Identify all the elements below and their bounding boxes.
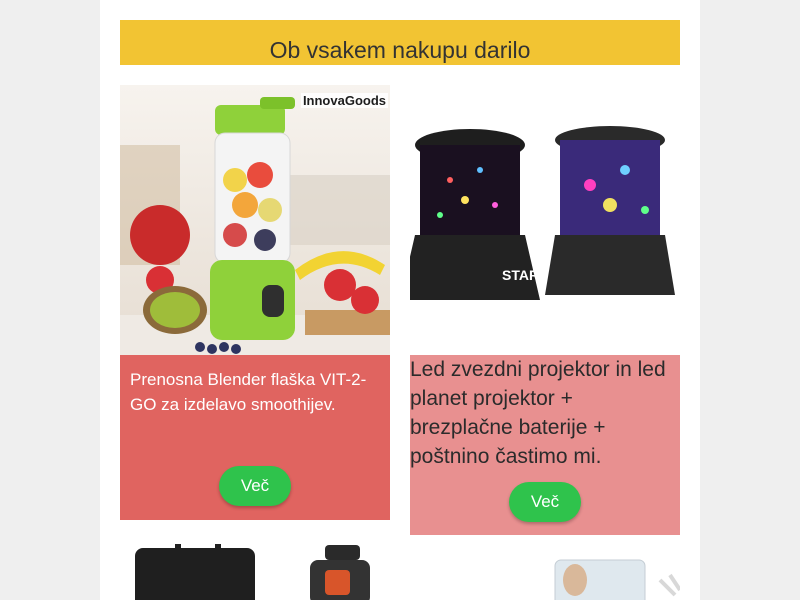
more-button[interactable]: Več bbox=[219, 466, 291, 506]
product-card-blender: Prenosna Blender flaška VIT-2-GO za izde… bbox=[120, 355, 390, 520]
led-mirror-illustration bbox=[410, 540, 680, 600]
star-projector-illustration: STAR bbox=[410, 110, 680, 330]
product-title: Prenosna Blender flaška VIT-2-GO za izde… bbox=[130, 370, 367, 414]
promo-banner: Ob vsakem nakupu darilo bbox=[120, 20, 680, 65]
more-button[interactable]: Več bbox=[509, 482, 581, 522]
star-projector-image[interactable]: STAR bbox=[410, 110, 680, 330]
heated-seat-cushion-illustration bbox=[120, 540, 390, 600]
product-card-projector: Led zvezdni projektor in led planet proj… bbox=[410, 355, 680, 535]
promo-banner-text: Ob vsakem nakupu darilo bbox=[269, 37, 531, 63]
newsletter-sheet: Ob vsakem nakupu darilo InnovaGoods STAR… bbox=[100, 0, 700, 600]
innovagoods-logo: InnovaGoods bbox=[300, 93, 388, 108]
blender-bottle-image[interactable]: InnovaGoods bbox=[120, 85, 390, 355]
led-mirror-image[interactable] bbox=[410, 540, 680, 600]
svg-text:STAR: STAR bbox=[502, 267, 539, 283]
blender-bottle-illustration bbox=[120, 85, 390, 355]
heated-seat-cushion-image[interactable] bbox=[120, 540, 390, 600]
product-title: Led zvezdni projektor in led planet proj… bbox=[410, 358, 666, 468]
